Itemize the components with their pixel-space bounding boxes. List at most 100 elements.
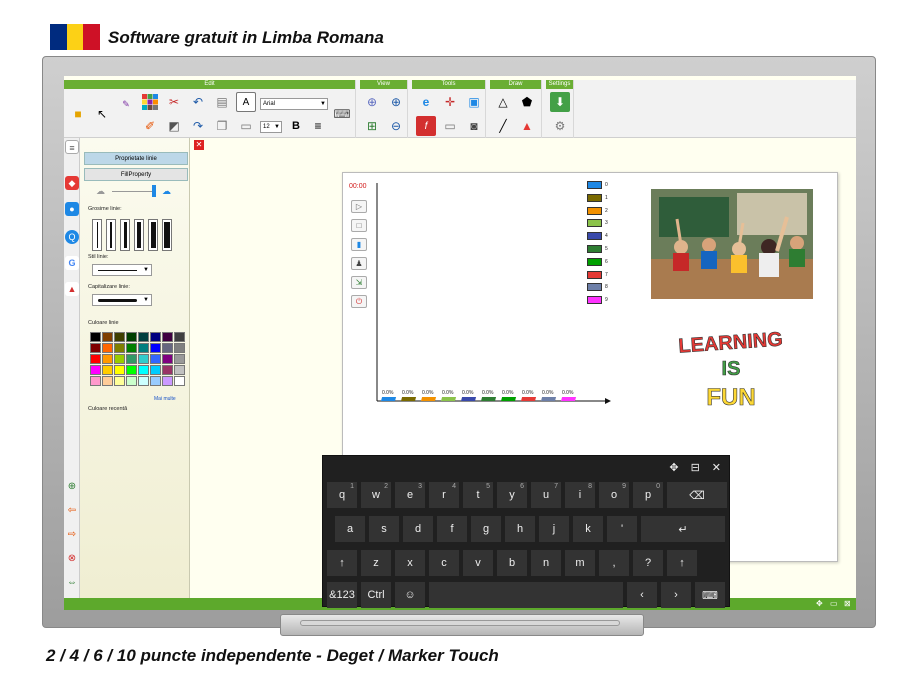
delete-page-icon[interactable]: ▤ <box>212 92 232 112</box>
move-handle-icon[interactable]: ✥ <box>816 598 823 610</box>
key-left-arrow[interactable]: ‹ <box>627 582 657 608</box>
key-j[interactable]: j <box>539 516 569 542</box>
text-tool-icon[interactable]: A <box>236 92 256 112</box>
resize-arrows-icon[interactable]: ⇔ <box>65 576 79 590</box>
color-palette-icon[interactable] <box>140 92 160 112</box>
key-t[interactable]: t5 <box>463 482 493 508</box>
color-swatch[interactable] <box>114 376 125 386</box>
key-?[interactable]: ? <box>633 550 663 576</box>
line-weight-4[interactable] <box>134 219 144 251</box>
pdf-icon[interactable]: ▲ <box>65 282 79 296</box>
color-swatch[interactable] <box>102 376 113 386</box>
export-icon[interactable]: ⇲ <box>351 276 367 289</box>
participants-icon[interactable]: ♟ <box>351 257 367 270</box>
stop-icon[interactable]: □ <box>351 219 367 232</box>
key-u[interactable]: u7 <box>531 482 561 508</box>
tab-fill-property[interactable]: FillProperty <box>84 168 188 181</box>
next-page-icon[interactable]: ⇨ <box>65 528 79 542</box>
keyboard-move-icon[interactable]: ✥ <box>669 461 678 474</box>
spotlight-icon[interactable]: ✛ <box>440 92 460 112</box>
line-icon[interactable]: ╱ <box>493 116 513 136</box>
font-size-select[interactable]: 12 ▼ <box>260 121 282 133</box>
previous-page-icon[interactable]: ⇦ <box>65 504 79 518</box>
close-icon[interactable]: ✕ <box>194 140 204 150</box>
quiz-icon[interactable]: Q <box>65 230 79 244</box>
color-swatch[interactable] <box>138 376 149 386</box>
key-shift[interactable]: ↑ <box>327 550 357 576</box>
key-d[interactable]: d <box>403 516 433 542</box>
pointer-icon[interactable]: ↖ <box>92 104 112 124</box>
color-swatch[interactable] <box>102 343 113 353</box>
color-swatch[interactable] <box>90 354 101 364</box>
color-swatch[interactable] <box>138 332 149 342</box>
copy-icon[interactable]: ▭ <box>236 116 256 136</box>
color-swatch[interactable] <box>126 332 137 342</box>
color-swatch[interactable] <box>114 365 125 375</box>
color-swatch[interactable] <box>150 332 161 342</box>
color-swatch[interactable] <box>102 332 113 342</box>
color-swatch[interactable] <box>138 354 149 364</box>
key-,[interactable]: , <box>599 550 629 576</box>
key-i[interactable]: i8 <box>565 482 595 508</box>
color-swatch[interactable] <box>114 332 125 342</box>
line-weight-2[interactable] <box>106 219 116 251</box>
key-emoji[interactable]: ☺ <box>395 582 425 608</box>
key-enter[interactable]: ↵ <box>641 516 725 542</box>
color-swatch[interactable] <box>174 354 185 364</box>
undo-icon[interactable]: ↶ <box>188 92 208 112</box>
handwriting-recognize-icon[interactable]: ✎ <box>116 94 136 114</box>
key-ctrl[interactable]: Ctrl <box>361 582 391 608</box>
color-swatch[interactable] <box>138 365 149 375</box>
folder-icon[interactable]: ■ <box>68 104 88 124</box>
color-swatch[interactable] <box>126 343 137 353</box>
color-swatch[interactable] <box>174 343 185 353</box>
screen-capture-icon[interactable]: ⊕ <box>362 92 382 112</box>
line-weight-6[interactable] <box>162 219 172 251</box>
key-keyboard-layout[interactable]: ⌨ <box>695 582 725 608</box>
key-h[interactable]: h <box>505 516 535 542</box>
camera-icon[interactable]: ◙ <box>464 116 484 136</box>
color-swatch[interactable] <box>162 332 173 342</box>
flash-icon[interactable]: f <box>416 116 436 136</box>
line-style-select[interactable]: ▼ <box>92 264 152 276</box>
font-family-select[interactable]: Arial ▼ <box>260 98 328 110</box>
browser-icon[interactable]: e <box>416 92 436 112</box>
color-swatch[interactable] <box>126 376 137 386</box>
color-swatch[interactable] <box>90 365 101 375</box>
color-swatch[interactable] <box>150 376 161 386</box>
key-s[interactable]: s <box>369 516 399 542</box>
zoom-in-icon[interactable]: ⊕ <box>386 92 406 112</box>
gallery-icon[interactable]: ◆ <box>65 176 79 190</box>
key-w[interactable]: w2 <box>361 482 391 508</box>
key-'[interactable]: ' <box>607 516 637 542</box>
bar-chart-icon[interactable]: ▮ <box>351 238 367 251</box>
eraser-icon[interactable]: ◩ <box>164 116 184 136</box>
shapes-icon[interactable]: ▲ <box>517 116 537 136</box>
google-icon[interactable]: G <box>65 256 79 270</box>
key-v[interactable]: v <box>463 550 493 576</box>
color-swatch[interactable] <box>174 332 185 342</box>
key-x[interactable]: x <box>395 550 425 576</box>
color-swatch[interactable] <box>90 332 101 342</box>
color-swatch[interactable] <box>138 343 149 353</box>
key-e[interactable]: e3 <box>395 482 425 508</box>
redo-icon[interactable]: ↷ <box>188 116 208 136</box>
key-y[interactable]: y6 <box>497 482 527 508</box>
color-swatch[interactable] <box>174 365 185 375</box>
color-swatch[interactable] <box>90 343 101 353</box>
transparency-slider[interactable] <box>112 191 156 192</box>
color-swatch[interactable] <box>114 354 125 364</box>
color-swatch[interactable] <box>162 365 173 375</box>
key-c[interactable]: c <box>429 550 459 576</box>
delete-circle-icon[interactable]: ⊗ <box>65 552 79 566</box>
color-swatch[interactable] <box>150 365 161 375</box>
image-icon[interactable]: ▣ <box>464 92 484 112</box>
color-swatch[interactable] <box>90 376 101 386</box>
color-swatch[interactable] <box>114 343 125 353</box>
add-page-circle-icon[interactable]: ⊕ <box>65 480 79 494</box>
key-o[interactable]: o9 <box>599 482 629 508</box>
color-swatch[interactable] <box>126 354 137 364</box>
key-n[interactable]: n <box>531 550 561 576</box>
transparency-slider-handle[interactable] <box>152 185 156 197</box>
user-icon[interactable]: ● <box>65 202 79 216</box>
